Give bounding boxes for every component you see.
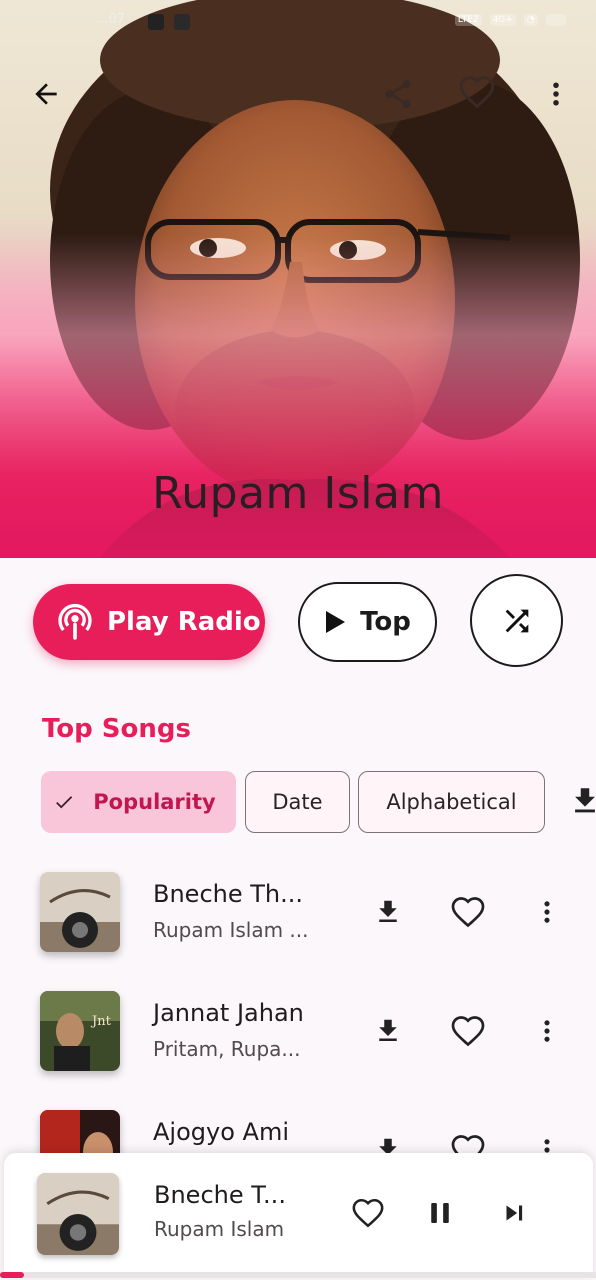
- system-status-icons: LTE2 4G+ ◔: [454, 14, 566, 26]
- song-artwork: [40, 872, 120, 952]
- album-art-image: [37, 1173, 119, 1255]
- wifi-icon: ◔: [523, 14, 538, 26]
- status-time: ...07: [96, 12, 125, 27]
- notification-icons: [148, 14, 190, 30]
- play-radio-button[interactable]: Play Radio: [33, 584, 265, 660]
- mini-player-artist: Rupam Islam: [154, 1217, 285, 1241]
- share-button[interactable]: [374, 70, 422, 118]
- song-like-button[interactable]: [446, 890, 490, 934]
- artist-name: Rupam Islam: [152, 468, 444, 519]
- song-more-button[interactable]: [525, 890, 569, 934]
- shuffle-icon: [505, 609, 528, 632]
- shuffle-button[interactable]: [470, 574, 563, 667]
- svg-text:Jnt: Jnt: [90, 1014, 112, 1029]
- linkedin-icon: [174, 14, 190, 30]
- share-icon: [385, 79, 411, 109]
- skip-next-button[interactable]: [490, 1189, 538, 1237]
- heart-outline-icon: [459, 76, 495, 109]
- sort-chip-date[interactable]: Date: [245, 771, 350, 833]
- album-art-image: [40, 872, 120, 952]
- more-vertical-icon: [553, 82, 559, 106]
- download-icon: [379, 1019, 397, 1041]
- signal-icon: LTE2: [454, 14, 482, 26]
- more-vertical-icon: [544, 1020, 550, 1042]
- skip-next-icon: [506, 1205, 523, 1221]
- sort-chip-label: Alphabetical: [386, 790, 517, 814]
- mini-player-title: Bneche T...: [154, 1181, 286, 1209]
- mini-player[interactable]: Bneche T... Rupam Islam: [4, 1153, 593, 1277]
- mini-like-button[interactable]: [344, 1189, 392, 1237]
- song-artwork: Jnt: [40, 991, 120, 1071]
- song-download-button[interactable]: [366, 1009, 410, 1053]
- download-icon: [575, 788, 595, 813]
- playback-progress-bar[interactable]: [0, 1272, 596, 1278]
- song-artists: Rupam Islam ...: [153, 918, 309, 942]
- download-icon: [379, 900, 397, 922]
- song-more-button[interactable]: [525, 1009, 569, 1053]
- sort-chip-alphabetical[interactable]: Alphabetical: [358, 771, 545, 833]
- song-row[interactable]: Bneche Th... Rupam Islam ...: [0, 858, 596, 968]
- play-icon: [326, 611, 346, 633]
- artist-hero: ...07 LTE2 4G+ ◔ Rupam Islam: [0, 0, 596, 558]
- status-bar: ...07 LTE2 4G+ ◔: [0, 0, 596, 44]
- download-all-button[interactable]: [568, 782, 596, 822]
- more-options-button[interactable]: [532, 70, 580, 118]
- pause-button[interactable]: [416, 1189, 464, 1237]
- heart-outline-icon: [451, 1016, 485, 1047]
- app-notification-icon: [148, 14, 164, 30]
- song-like-button[interactable]: [446, 1009, 490, 1053]
- like-artist-button[interactable]: [453, 68, 501, 116]
- check-icon: [56, 796, 73, 809]
- back-button[interactable]: [22, 70, 70, 118]
- play-top-button[interactable]: Top: [298, 582, 437, 662]
- battery-icon: [545, 14, 566, 26]
- signal-icon-2: 4G+: [489, 14, 516, 26]
- sort-chip-label: Date: [272, 790, 323, 814]
- heart-outline-icon: [352, 1198, 384, 1228]
- song-title: Bneche Th...: [153, 880, 303, 908]
- song-download-button[interactable]: [366, 890, 410, 934]
- play-radio-label: Play Radio: [107, 607, 261, 637]
- song-title: Ajogyo Ami: [153, 1118, 289, 1146]
- sort-chip-popularity[interactable]: Popularity: [41, 771, 236, 833]
- song-row[interactable]: Jnt Jannat Jahan Pritam, Rupa...: [0, 977, 596, 1087]
- song-artists: Pritam, Rupa...: [153, 1037, 301, 1061]
- sort-chip-label: Popularity: [93, 790, 216, 814]
- more-vertical-icon: [544, 901, 550, 923]
- mini-player-artwork: [37, 1173, 119, 1255]
- song-title: Jannat Jahan: [153, 999, 304, 1027]
- top-songs-heading: Top Songs: [42, 714, 191, 744]
- album-art-image: Jnt: [40, 991, 120, 1071]
- arrow-back-icon: [35, 83, 57, 105]
- play-top-label: Top: [360, 607, 411, 637]
- playback-progress-fill: [0, 1272, 24, 1278]
- heart-outline-icon: [451, 897, 485, 928]
- pause-icon: [431, 1203, 449, 1223]
- podcast-icon: [58, 603, 92, 640]
